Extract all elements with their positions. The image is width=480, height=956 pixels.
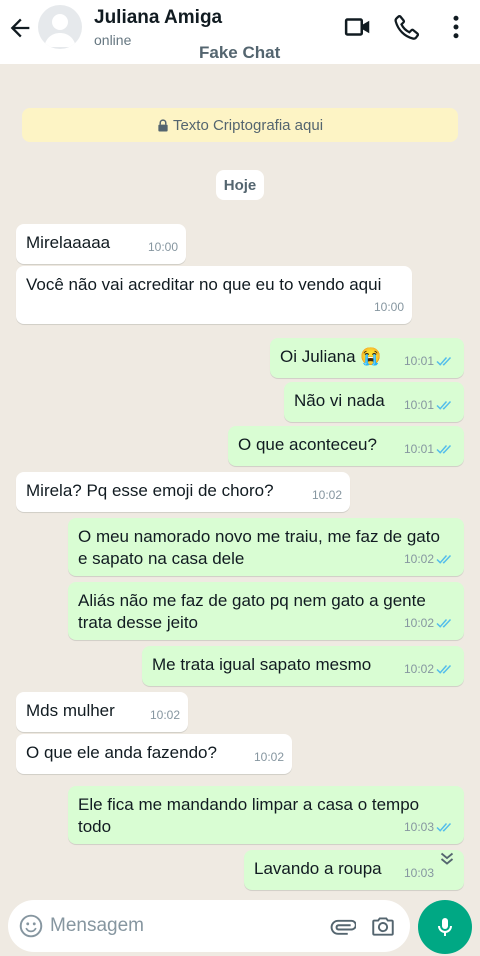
message-bubble[interactable]: O que aconteceu? 10:01 <box>228 426 464 466</box>
message-time: 10:01 <box>403 398 434 412</box>
phone-icon[interactable] <box>392 12 422 42</box>
message-bubble[interactable]: Você não vai acreditar no que eu to vend… <box>16 266 412 324</box>
video-call-icon[interactable] <box>343 12 373 42</box>
message-time: 10:01 <box>403 354 434 368</box>
message-time: 10:02 <box>149 708 180 722</box>
read-ticks-icon <box>436 444 452 454</box>
message-text: Aliás não me faz de gato pq nem gato a g… <box>78 591 426 632</box>
message-bubble[interactable]: Mds mulher 10:02 <box>16 692 188 732</box>
message-bubble[interactable]: Ele fica me mandando limpar a casa o tem… <box>68 786 464 844</box>
attach-icon[interactable] <box>330 913 357 939</box>
read-ticks-icon <box>436 400 452 410</box>
read-ticks-icon <box>436 356 452 366</box>
message-time: 10:00 <box>147 240 178 254</box>
message-input[interactable] <box>50 914 290 938</box>
fake-chat-watermark: Fake Chat <box>199 43 281 62</box>
avatar[interactable] <box>38 5 82 49</box>
message-bubble[interactable]: O meu namorado novo me traiu, me faz de … <box>68 518 464 576</box>
read-ticks-icon <box>436 554 452 564</box>
message-composer <box>8 900 410 952</box>
message-time: 10:01 <box>403 442 434 456</box>
date-chip: Hoje <box>216 170 264 200</box>
message-bubble[interactable]: Me trata igual sapato mesmo 10:02 <box>142 646 464 686</box>
mic-button[interactable] <box>418 900 472 954</box>
message-bubble[interactable]: O que ele anda fazendo? 10:02 <box>16 734 292 774</box>
message-time: 10:02 <box>403 662 434 676</box>
contact-name[interactable]: Juliana Amiga <box>94 7 222 29</box>
message-text: O que ele anda fazendo? <box>26 743 217 762</box>
message-time: 10:00 <box>373 300 404 314</box>
message-bubble[interactable]: Não vi nada 10:01 <box>284 382 464 422</box>
encryption-notice-text: Texto Criptografia aqui <box>172 116 324 134</box>
read-ticks-icon <box>436 618 452 628</box>
encryption-notice[interactable]: Texto Criptografia aqui <box>22 108 458 142</box>
message-bubble[interactable]: Mirelaaaaa 10:00 <box>16 224 186 264</box>
chat-area[interactable]: Texto Criptografia aqui Hoje Mirelaaaaa … <box>0 64 480 896</box>
more-vert-icon[interactable] <box>441 12 471 42</box>
message-bubble[interactable]: Aliás não me faz de gato pq nem gato a g… <box>68 582 464 640</box>
camera-icon[interactable] <box>370 913 396 939</box>
message-time: 10:02 <box>403 616 434 630</box>
contact-status: online <box>94 32 132 48</box>
read-ticks-icon <box>436 664 452 674</box>
message-time: 10:03 <box>403 866 434 880</box>
scroll-down-icon[interactable] <box>436 848 458 870</box>
message-time: 10:02 <box>311 488 342 502</box>
mic-icon <box>438 918 452 936</box>
message-time: 10:02 <box>403 552 434 566</box>
emoji-icon[interactable] <box>18 913 44 939</box>
message-bubble[interactable]: Oi Juliana 😭 10:01 <box>270 338 464 378</box>
message-text: Você não vai acreditar no que eu to vend… <box>26 275 382 294</box>
message-time: 10:03 <box>403 820 434 834</box>
read-ticks-icon <box>436 822 452 832</box>
message-text: Ele fica me mandando limpar a casa o tem… <box>78 795 420 836</box>
message-text: O meu namorado novo me traiu, me faz de … <box>78 527 440 568</box>
back-arrow-icon[interactable] <box>6 14 34 42</box>
chat-header: Juliana Amiga online Fake Chat <box>0 0 480 64</box>
message-bubble[interactable]: Mirela? Pq esse emoji de choro? 10:02 <box>16 472 350 512</box>
message-bubble[interactable]: Lavando a roupa 10:03 <box>244 850 464 890</box>
lock-icon <box>158 118 168 132</box>
message-time: 10:02 <box>253 750 284 764</box>
message-text: Mirela? Pq esse emoji de choro? <box>26 481 274 500</box>
